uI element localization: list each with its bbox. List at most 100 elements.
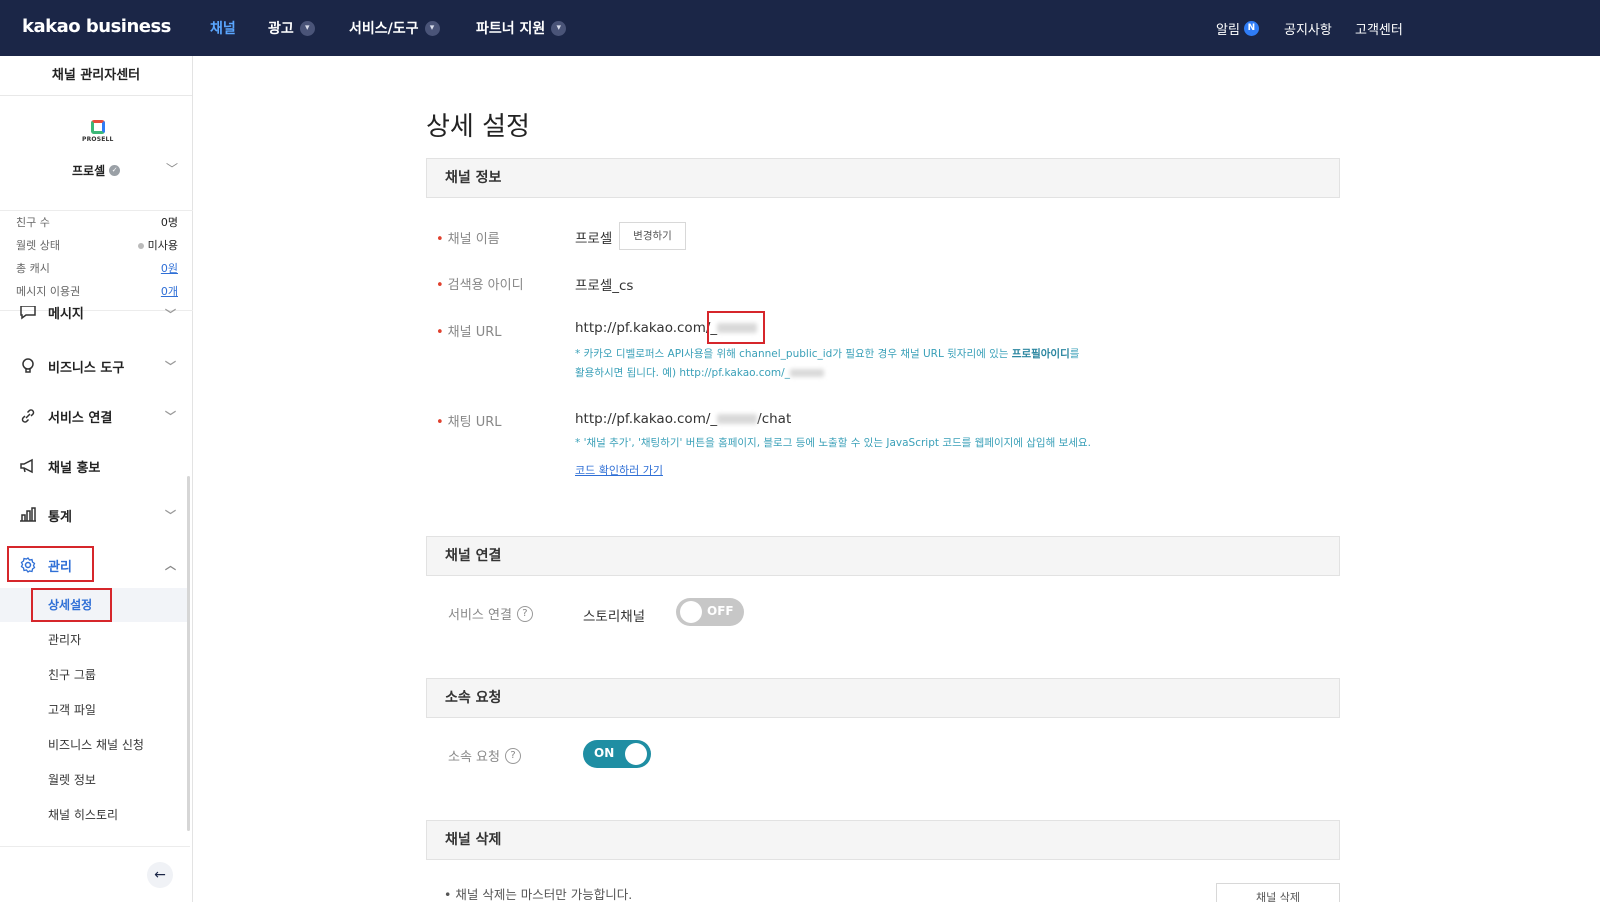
customer-center-link[interactable]: 고객센터 — [1355, 19, 1403, 38]
notice-link[interactable]: 공지사항 — [1284, 19, 1332, 38]
highlight-box — [31, 588, 112, 622]
toggle-knob — [680, 601, 702, 623]
help-icon[interactable]: ? — [504, 747, 521, 764]
search-id-value: 프로셀_cs — [575, 278, 634, 294]
chevron-down-icon[interactable]: ﹀ — [166, 160, 178, 177]
channel-name[interactable]: 프로셀 ✓ — [72, 162, 121, 179]
url-note-line-2: 활용하시면 됩니다. 예) http://pf.kakao.com/_ — [575, 364, 824, 382]
sidebar-item-channel-promo[interactable]: 채널 홍보 — [18, 453, 180, 479]
stat-value: 0명 — [160, 216, 178, 229]
stat-friends: 친구 수 0명 — [16, 211, 178, 233]
toggle-label: OFF — [707, 604, 734, 618]
sidebar-item-statistics[interactable]: 통계 ﹀ — [18, 502, 180, 528]
nav-channel-label: 채널 — [210, 21, 236, 37]
chat-note: * '채널 추가', '채팅하기' 버튼을 홈페이지, 블로그 등에 노출할 수… — [575, 437, 1091, 449]
nav-ads-label: 광고 — [268, 21, 294, 37]
delete-note: • 채널 삭제는 마스터만 가능합니다. — [444, 884, 632, 902]
toggle-label: ON — [594, 746, 615, 760]
required-mark: • — [436, 415, 444, 430]
logo-text: PROSELL — [82, 136, 114, 143]
sidebar-scrollbar[interactable] — [187, 476, 190, 831]
sidebar-item-label: 통계 — [48, 509, 72, 525]
sidebar-title: 채널 관리자센터 — [0, 56, 192, 96]
label-text: 검색용 아이디 — [447, 278, 524, 293]
prosell-logo-icon — [91, 120, 105, 134]
nav-partner-support-label: 파트너 지원 — [476, 21, 546, 37]
sidebar-subitem-friend-groups[interactable]: 친구 그룹 — [0, 658, 190, 692]
sidebar-item-business-tools[interactable]: 비즈니스 도구 ﹀ — [18, 353, 180, 379]
story-channel-toggle[interactable]: OFF — [676, 598, 744, 626]
chevron-down-icon: ﹀ — [165, 360, 176, 373]
top-navigation-bar: kakao business 채널 광고 ▾ 서비스/도구 ▾ 파트너 지원 ▾ 알림… — [0, 0, 1600, 56]
kakao-business-logo[interactable]: kakao business — [22, 16, 171, 37]
story-channel-label: 스토리채널 — [583, 609, 646, 625]
sidebar-subitem-admins[interactable]: 관리자 — [0, 623, 190, 657]
sidebar-subitem-wallet[interactable]: 월렛 정보 — [0, 763, 190, 797]
sidebar-item-label: 채널 홍보 — [48, 460, 101, 476]
stat-message-voucher: 메시지 이용권 0개 — [16, 280, 178, 302]
section-channel-info: 채널 정보 — [426, 158, 1340, 198]
section-channel-link: 채널 연결 — [426, 536, 1340, 576]
channel-name-text: 프로셀 — [72, 164, 106, 178]
channel-url-label: • 채널 URL — [436, 321, 502, 340]
highlight-box — [7, 546, 94, 582]
collapse-sidebar-button[interactable]: ← — [147, 862, 173, 888]
note-text: 를 — [1069, 348, 1080, 360]
chat-url-value[interactable]: http://pf.kakao.com/_ /chat — [575, 411, 791, 427]
stat-value-link[interactable]: 0개 — [161, 283, 178, 299]
label-text: 채널 이름 — [447, 232, 500, 247]
nav-partner-support[interactable]: 파트너 지원 ▾ — [476, 18, 567, 38]
stat-label: 메시지 이용권 — [16, 285, 81, 298]
change-name-button[interactable]: 변경하기 — [619, 222, 686, 250]
link-icon — [18, 406, 38, 426]
section-affiliation: 소속 요청 — [426, 678, 1340, 718]
chat-bubble-icon — [18, 306, 38, 322]
note-text: 활용하시면 됩니다. 예) http://pf.kakao.com/_ — [575, 367, 790, 379]
label-text: 소속 요청 — [448, 750, 500, 765]
note-text: * 카카오 디벨로퍼스 API사용을 위해 channel_public_id가… — [575, 348, 1009, 360]
sidebar-item-label: 메시지 — [48, 307, 84, 322]
channel-logo: PROSELL — [82, 120, 114, 146]
alarm-button[interactable]: 알림 N — [1216, 19, 1259, 38]
nav-service-tools-label: 서비스/도구 — [349, 21, 419, 37]
chevron-down-icon: ▾ — [424, 20, 440, 36]
bullet: • — [444, 887, 456, 902]
redacted-id — [717, 414, 758, 424]
status-dot — [137, 243, 144, 249]
service-link-label: 서비스 연결? — [448, 604, 533, 623]
nav-service-tools[interactable]: 서비스/도구 ▾ — [349, 18, 440, 38]
view-code-link[interactable]: 코드 확인하러 가기 — [575, 462, 663, 478]
highlight-box — [707, 311, 765, 344]
label-text: 채널 URL — [447, 325, 502, 340]
sidebar-item-message[interactable]: 메시지 ﹀ — [18, 306, 180, 322]
stat-label: 월렛 상태 — [16, 239, 60, 252]
sidebar-subitem-customer-files[interactable]: 고객 파일 — [0, 693, 190, 727]
affiliation-toggle[interactable]: ON — [583, 740, 651, 768]
alarm-label: 알림 — [1216, 23, 1240, 38]
toggle-knob — [625, 743, 647, 765]
url-text: http://pf.kakao.com/_ — [575, 320, 718, 336]
stat-value: 미사용 — [137, 237, 178, 253]
nav-ads[interactable]: 광고 ▾ — [268, 18, 315, 38]
divider — [0, 846, 190, 847]
sidebar: 채널 관리자센터 PROSELL 프로셀 ✓ ﹀ 친구 수 0명 월렛 상태 미사용… — [0, 56, 193, 902]
required-mark: • — [436, 232, 444, 247]
page-title: 상세 설정 — [426, 112, 530, 142]
chevron-down-icon: ﹀ — [165, 410, 176, 423]
required-mark: • — [436, 278, 444, 293]
help-icon[interactable]: ? — [516, 605, 533, 622]
redacted-id — [789, 369, 824, 377]
chevron-up-icon: ︿ — [165, 559, 176, 572]
nav-channel[interactable]: 채널 — [210, 18, 236, 38]
sidebar-item-service-link[interactable]: 서비스 연결 ﹀ — [18, 403, 180, 429]
label-text: 채팅 URL — [447, 415, 502, 430]
delete-channel-button[interactable]: 채널 삭제 — [1216, 883, 1340, 902]
sidebar-subitem-business-channel[interactable]: 비즈니스 채널 신청 — [0, 728, 190, 762]
label-text: 서비스 연결 — [448, 608, 512, 623]
sidebar-subitem-history[interactable]: 채널 히스토리 — [0, 798, 190, 832]
chevron-down-icon: ▾ — [299, 20, 315, 36]
url-note-line-1: * 카카오 디벨로퍼스 API사용을 위해 channel_public_id가… — [575, 345, 1079, 363]
stat-value-link[interactable]: 0원 — [161, 260, 178, 276]
required-mark: • — [436, 325, 444, 340]
sidebar-item-label: 서비스 연결 — [48, 410, 113, 426]
